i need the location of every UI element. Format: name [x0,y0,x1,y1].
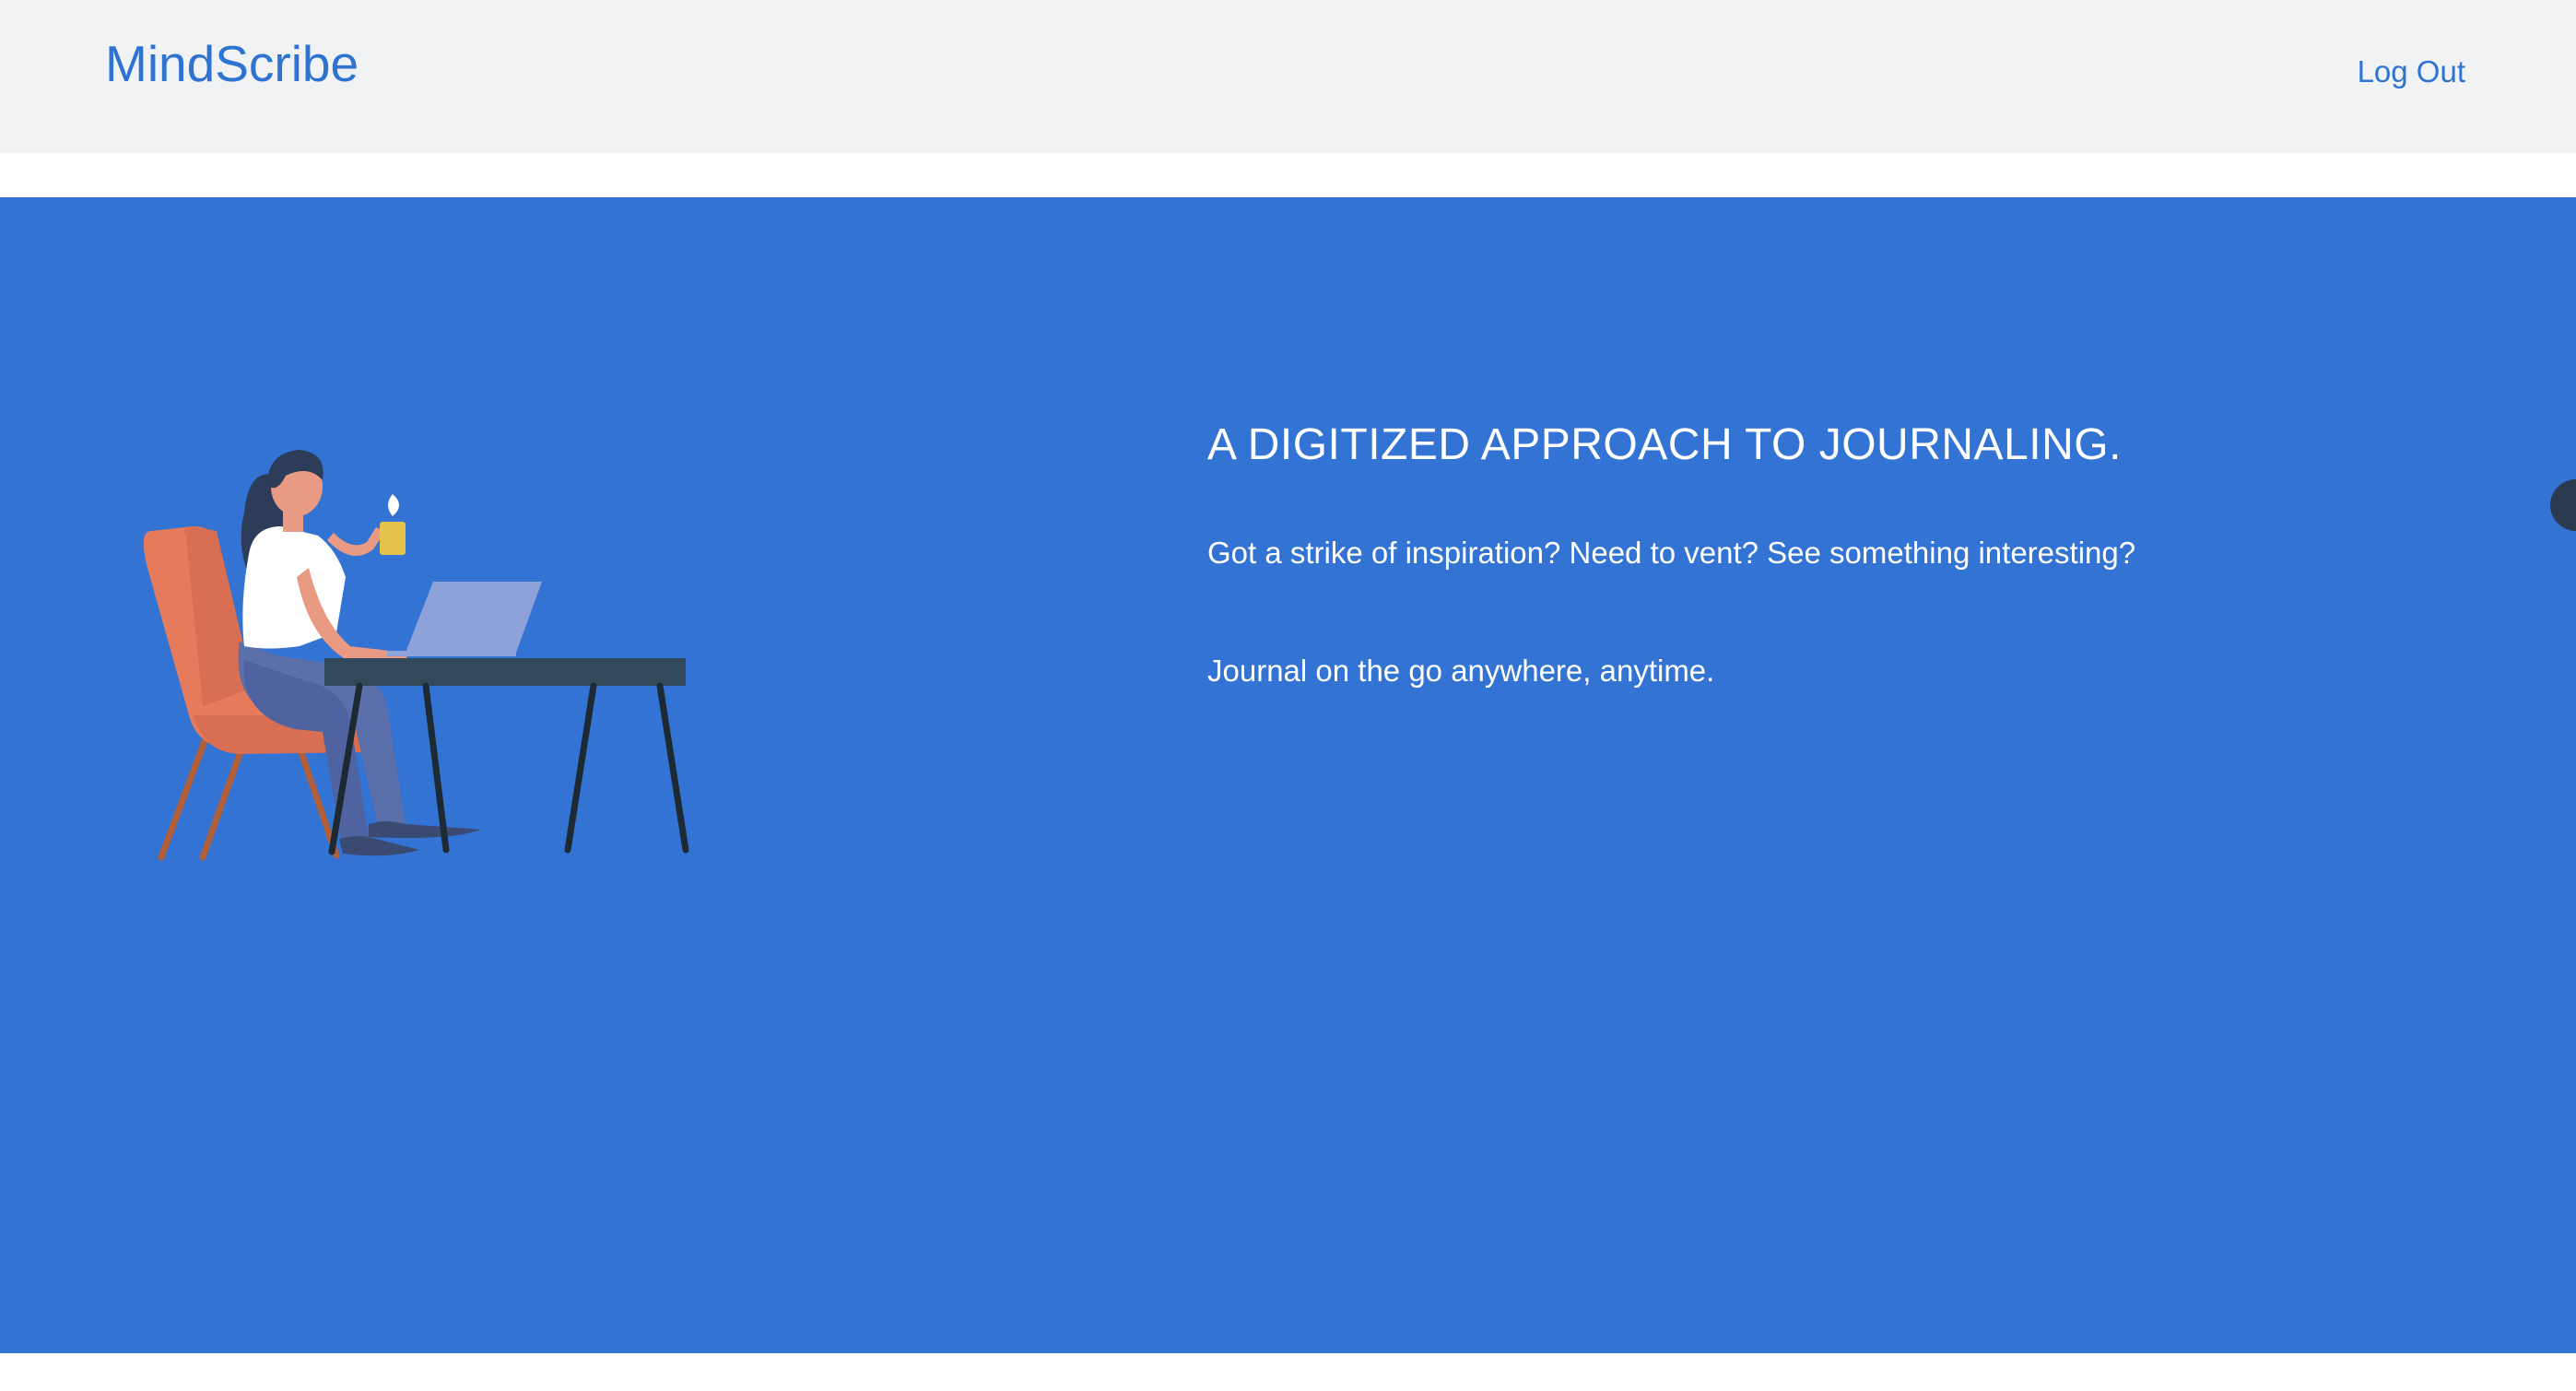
brand-logo-link[interactable]: MindScribe [105,33,359,94]
hero-paragraph-anywhere: Journal on the go anywhere, anytime. [1207,654,1715,688]
laptop-screen [406,582,542,653]
woman-at-desk-illustration [143,450,689,861]
navbar: MindScribe Log Out [0,0,2576,153]
desk-leg [422,682,450,854]
desk-top [324,658,686,686]
chair-leg [158,730,211,861]
desk-leg [564,682,597,854]
arm-raised [327,527,385,557]
shoe [339,836,419,856]
hero-section: A DIGITIZED APPROACH TO JOURNALING. Got … [0,197,2576,1353]
mug-steam [388,494,399,516]
shoe [369,821,481,838]
log-out-link[interactable]: Log Out [2358,50,2465,94]
hero-headline: A DIGITIZED APPROACH TO JOURNALING. [1207,420,2122,469]
hero-paragraph-inspiration: Got a strike of inspiration? Need to ven… [1207,536,2136,570]
mug [380,522,406,555]
desk-leg [656,682,689,854]
laptop-base [387,651,516,656]
floating-circle-icon[interactable] [2550,479,2576,531]
